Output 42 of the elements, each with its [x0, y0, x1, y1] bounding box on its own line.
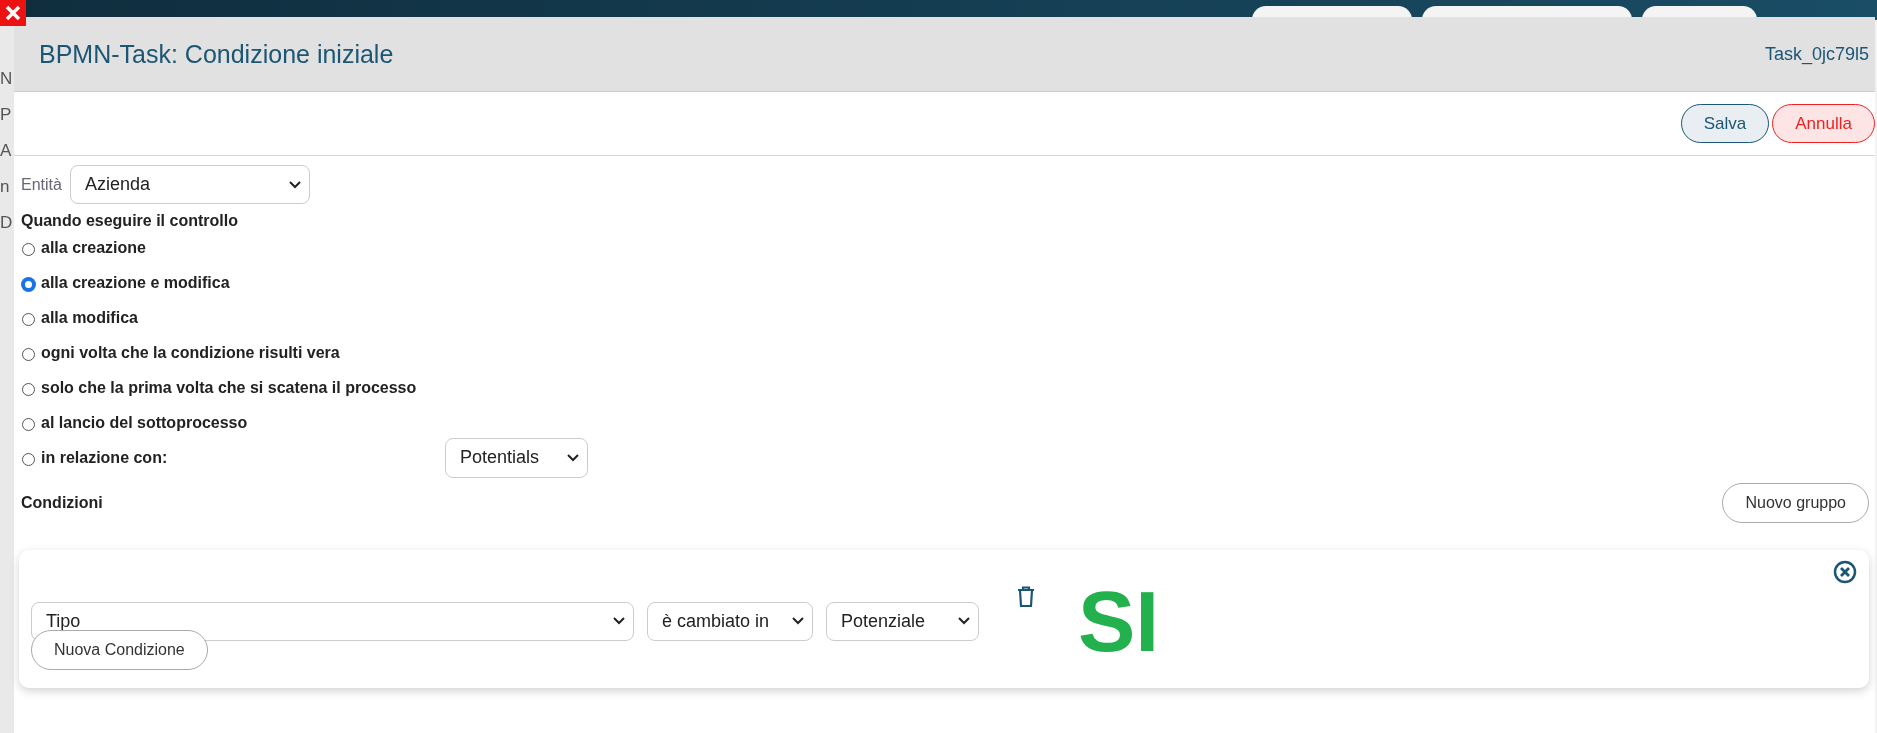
- select-field[interactable]: Potentials: [445, 437, 588, 478]
- new-group-button[interactable]: Nuovo gruppo: [1722, 483, 1869, 523]
- select-field[interactable]: Tipo: [31, 601, 634, 641]
- cancel-button[interactable]: Annulla: [1772, 104, 1875, 143]
- field-label: Entità: [21, 175, 62, 194]
- radio-label: in relazione con:: [41, 448, 169, 467]
- select-field[interactable]: è cambiato in: [647, 601, 813, 641]
- radio-button[interactable]: [22, 242, 35, 256]
- close-circle-icon[interactable]: [1833, 560, 1857, 584]
- radio-button[interactable]: [22, 452, 35, 466]
- chevron-down-icon: [958, 617, 970, 625]
- background-text: P: [0, 104, 13, 126]
- chevron-down-icon: [613, 617, 625, 625]
- trash-icon[interactable]: [1017, 586, 1035, 608]
- background-text: A: [0, 140, 13, 162]
- section-heading: Condizioni: [21, 494, 103, 512]
- radio-label: al lancio del sottoprocesso: [41, 413, 248, 432]
- save-button[interactable]: Salva: [1680, 104, 1770, 143]
- chevron-down-icon: [288, 180, 301, 189]
- radio-label: alla modifica: [41, 308, 138, 327]
- new-condition-button[interactable]: Nuova Condizione: [31, 630, 208, 670]
- radio-button[interactable]: [22, 417, 35, 431]
- dialog-title: BPMN-Task: Condizione iniziale: [39, 39, 394, 69]
- background-text: D: [0, 212, 14, 234]
- radio-label: alla creazione: [41, 238, 146, 257]
- background-text: N: [0, 68, 14, 90]
- radio-button[interactable]: [22, 347, 35, 361]
- section-heading: Quando eseguire il controllo: [21, 212, 239, 230]
- radio-button[interactable]: [22, 382, 35, 396]
- select-field[interactable]: Potenziale: [826, 601, 979, 641]
- radio-button[interactable]: [22, 277, 35, 291]
- radio-label: solo che la prima volta che si scatena il processo: [41, 378, 417, 397]
- radio-label: ogni volta che la condizione risulti vera: [41, 343, 340, 362]
- select-field[interactable]: Azienda: [69, 165, 310, 204]
- background-text: n: [0, 176, 11, 198]
- task-id: Task_0jc79l5: [1764, 43, 1869, 65]
- result-text: SI: [1078, 584, 1160, 658]
- radio-label: alla creazione e modifica: [41, 273, 230, 292]
- chevron-down-icon: [792, 617, 804, 625]
- close-button[interactable]: [0, 0, 26, 26]
- chevron-down-icon: [567, 453, 579, 462]
- radio-button[interactable]: [22, 312, 35, 326]
